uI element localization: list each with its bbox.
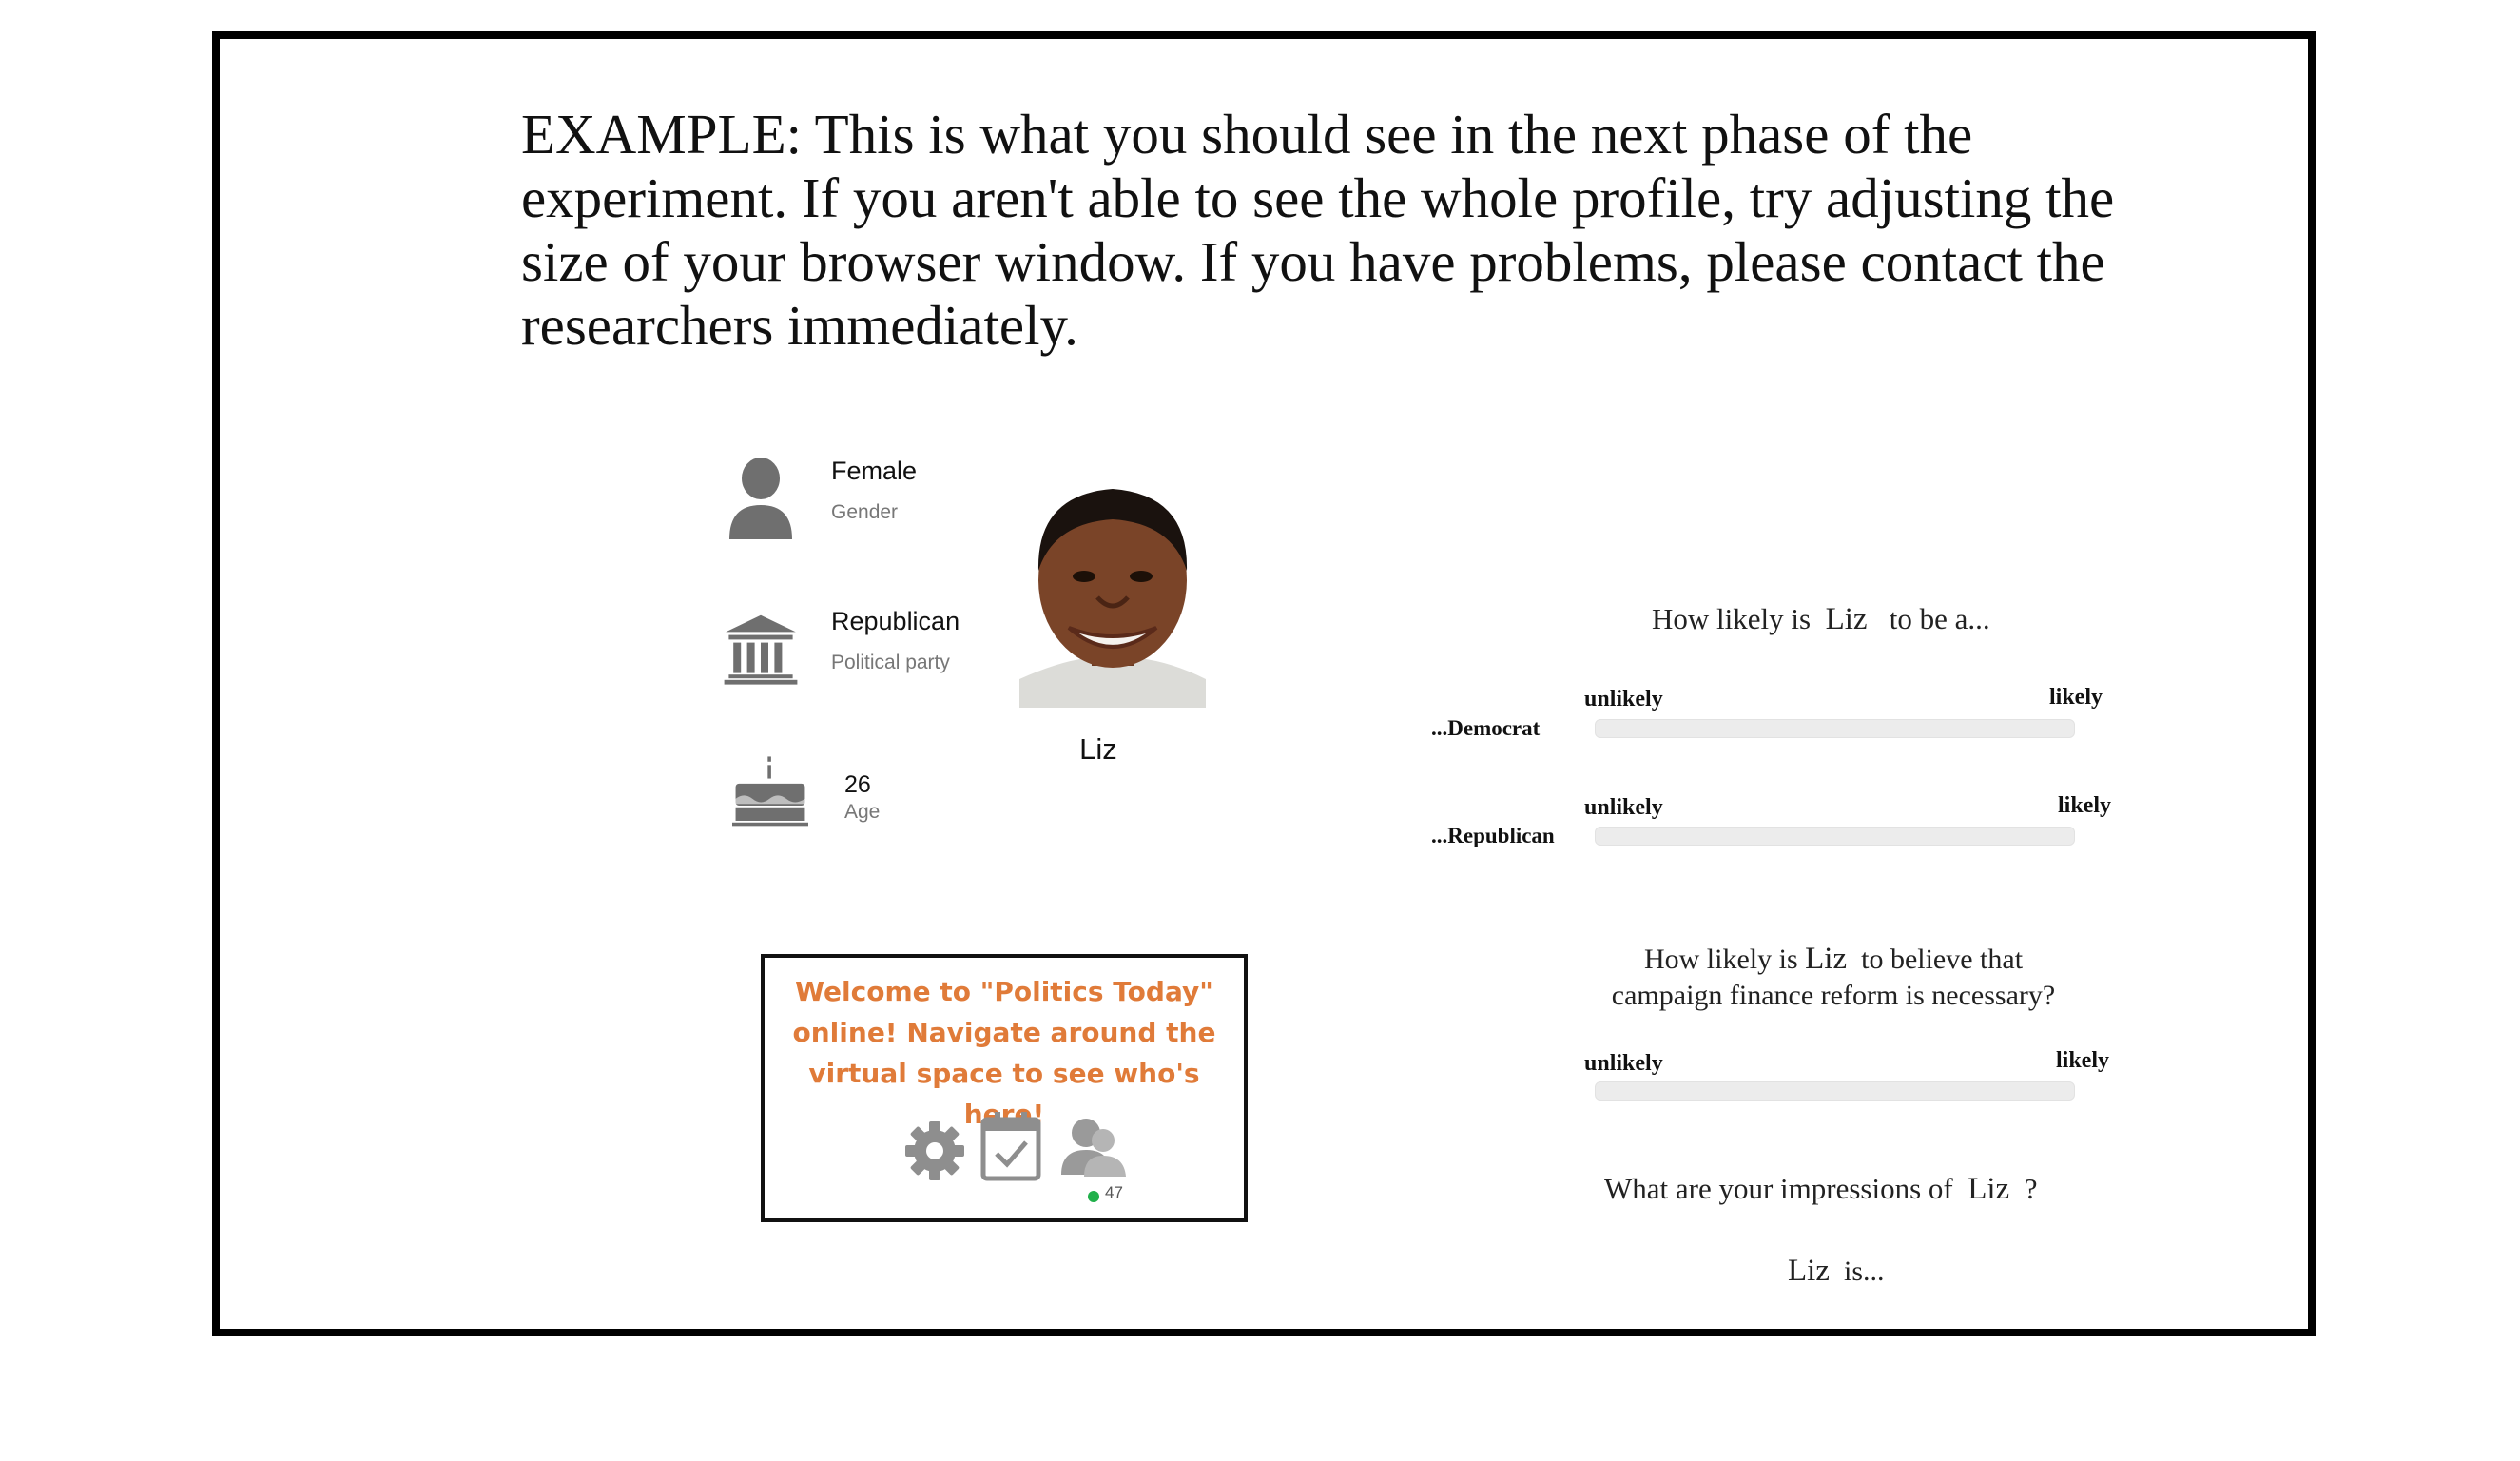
instructions-text: EXAMPLE: This is what you should see in … — [521, 103, 2115, 357]
question-campaign-finance: How likely is Liz to believe that campai… — [1586, 941, 2081, 1014]
profile-name: Liz — [1079, 732, 1117, 766]
person-icon — [723, 455, 799, 542]
campaign-scale-low: unlikely — [1584, 1051, 1663, 1076]
republican-scale-high: likely — [2058, 793, 2112, 818]
age-value: 26 — [844, 771, 871, 798]
party-attribute: Republican Political party — [723, 605, 960, 692]
democrat-scale-high: likely — [2049, 685, 2103, 710]
users-icon[interactable] — [1059, 1116, 1128, 1185]
gender-attribute: Female Gender — [723, 455, 917, 542]
democrat-scale-low: unlikely — [1584, 687, 1663, 711]
question-name: Liz — [1805, 942, 1848, 976]
question-suffix: ? — [2024, 1172, 2038, 1205]
republican-slider[interactable] — [1595, 827, 2075, 846]
campaign-scale-high: likely — [2056, 1048, 2110, 1073]
age-label: Age — [844, 801, 881, 823]
republican-row-label: ...Republican — [1431, 824, 1555, 847]
online-status-dot — [1088, 1191, 1099, 1202]
gender-value: Female — [831, 457, 918, 485]
calendar-check-icon[interactable] — [979, 1110, 1042, 1187]
question-prefix: How likely is — [1652, 602, 1812, 635]
welcome-banner: Welcome to "Politics Today" online! Navi… — [761, 954, 1248, 1222]
question-suffix: to be a... — [1889, 602, 1990, 635]
party-value: Republican — [831, 607, 960, 635]
party-label: Political party — [831, 652, 950, 673]
democrat-row-label: ...Democrat — [1431, 716, 1541, 740]
question-name: Liz — [1825, 602, 1868, 636]
gear-icon[interactable] — [903, 1120, 966, 1187]
republican-scale-low: unlikely — [1584, 795, 1663, 820]
question-prefix: What are your impressions of — [1604, 1172, 1953, 1205]
question-prefix: How likely is — [1643, 944, 1798, 975]
impression-prompt: Liz is... — [1788, 1254, 1885, 1289]
question-impressions: What are your impressions of Liz ? — [1604, 1172, 2037, 1207]
birthday-cake-icon — [732, 747, 808, 834]
impression-name: Liz — [1788, 1254, 1830, 1288]
government-building-icon — [723, 605, 799, 692]
democrat-slider[interactable] — [1595, 719, 2075, 738]
online-count: 47 — [1105, 1183, 1123, 1201]
campaign-finance-slider[interactable] — [1595, 1081, 2075, 1101]
question-name: Liz — [1968, 1172, 2010, 1206]
question-party-likelihood: How likely is Liz to be a... — [1652, 602, 1990, 637]
profile-photo — [1019, 476, 1206, 708]
age-attribute: 26 Age — [732, 747, 880, 834]
impression-suffix: is... — [1843, 1256, 1885, 1287]
gender-label: Gender — [831, 501, 899, 523]
